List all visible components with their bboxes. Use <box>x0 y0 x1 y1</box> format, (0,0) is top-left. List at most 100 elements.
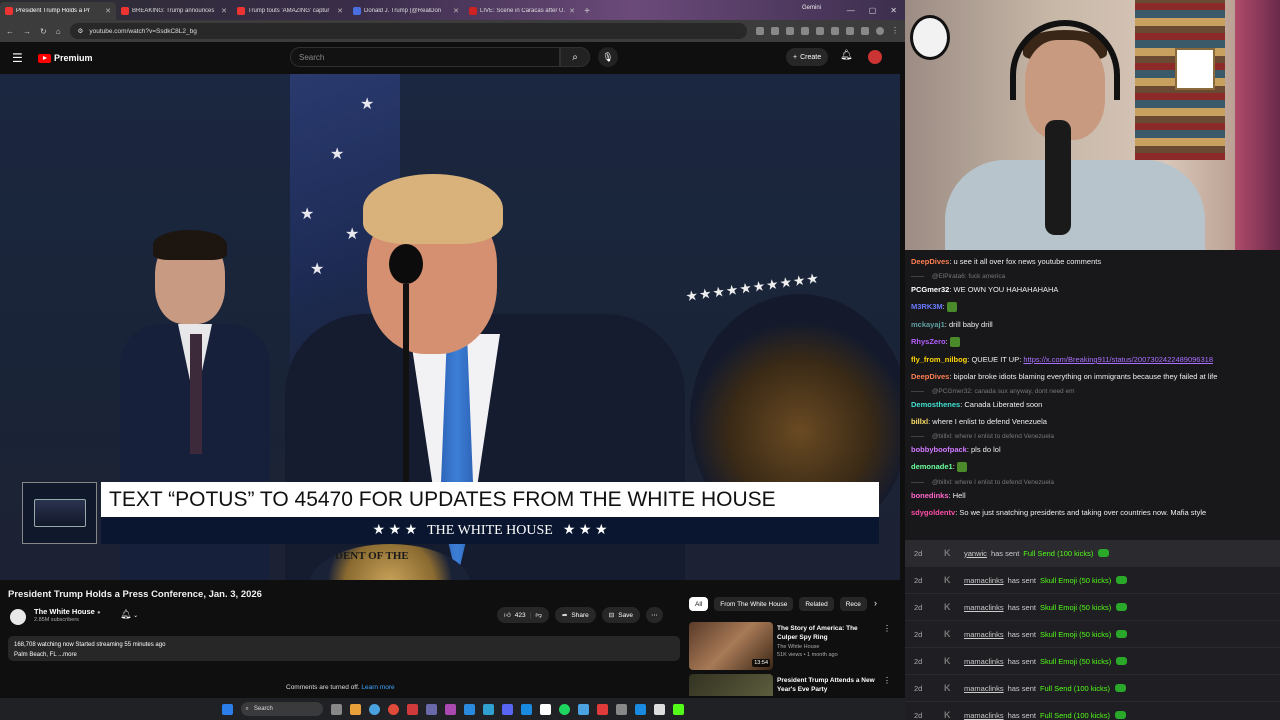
tab-2[interactable]: Trump touts 'AMAZING' captur ✕ <box>232 2 348 20</box>
file-explorer-icon[interactable] <box>349 703 361 715</box>
profile-icon[interactable] <box>876 27 884 35</box>
chip-related[interactable]: Related <box>799 597 834 611</box>
app-icon[interactable] <box>615 703 627 715</box>
share-button[interactable]: ➦ Share <box>554 607 596 623</box>
video-thumbnail[interactable]: 13:54 <box>689 622 773 670</box>
chat-username[interactable]: PCGmer32 <box>911 285 949 294</box>
chat-username[interactable]: DeepDives <box>911 372 949 381</box>
chat-username[interactable]: fly_from_nilbog <box>911 355 967 364</box>
close-icon[interactable]: ✕ <box>221 7 227 15</box>
chat-username[interactable]: RhysZero <box>911 337 946 346</box>
close-icon[interactable]: ✕ <box>337 7 343 15</box>
more-vert-icon[interactable]: ⋮ <box>883 624 891 633</box>
app-icon[interactable] <box>539 703 551 715</box>
extension-icon[interactable] <box>801 27 809 35</box>
app-icon[interactable] <box>596 703 608 715</box>
recommended-video[interactable]: President Trump Attends a New Year's Eve… <box>689 674 889 696</box>
chevron-right-icon[interactable]: › <box>874 598 877 608</box>
channel-avatar[interactable] <box>10 609 26 625</box>
chip-all[interactable]: All <box>689 597 709 611</box>
alert-username[interactable]: mamaclinks <box>964 711 1004 720</box>
gemini-button[interactable]: Gemini <box>802 5 821 11</box>
like-button[interactable]: 👍︎ 423 | 👎︎ <box>497 607 549 623</box>
minimize-icon[interactable]: — <box>847 6 855 15</box>
reload-icon[interactable]: ↻ <box>40 27 47 36</box>
close-icon[interactable]: ✕ <box>453 7 459 15</box>
obs-icon[interactable] <box>444 703 456 715</box>
chat-username[interactable]: Demosthenes <box>911 400 960 409</box>
app-icon[interactable] <box>463 703 475 715</box>
chat-username[interactable]: billxl <box>911 417 928 426</box>
app-icon[interactable] <box>406 703 418 715</box>
app-icon[interactable] <box>425 703 437 715</box>
spotify-icon[interactable] <box>558 703 570 715</box>
extension-icon[interactable] <box>831 27 839 35</box>
youtube-logo[interactable]: Premium <box>38 53 93 63</box>
telegram-icon[interactable] <box>482 703 494 715</box>
notifications-bell-icon[interactable]: 🔔︎ <box>840 50 853 61</box>
alert-username[interactable]: mamaclinks <box>964 603 1004 612</box>
chat-username[interactable]: sdygoldentv <box>911 508 955 517</box>
app-icon[interactable] <box>634 703 646 715</box>
tab-3[interactable]: Donald J. Trump (@RealDon ✕ <box>348 2 464 20</box>
maximize-icon[interactable]: ▢ <box>869 6 877 15</box>
search-input[interactable]: Search <box>290 47 560 67</box>
chat-username[interactable]: M3RK3M <box>911 302 943 311</box>
more-actions-button[interactable]: ⋯ <box>646 607 663 623</box>
extension-icon[interactable] <box>861 27 869 35</box>
alert-username[interactable]: mamaclinks <box>964 657 1004 666</box>
video-thumbnail[interactable] <box>689 674 773 696</box>
tab-4[interactable]: LIVE: Scene in Caracas after U. ✕ <box>464 2 580 20</box>
home-icon[interactable]: ⌂ <box>56 27 61 36</box>
extension-icon[interactable] <box>786 27 794 35</box>
task-view-icon[interactable] <box>330 703 342 715</box>
url-field[interactable]: ⚙ youtube.com/watch?v=SsdkC8L2_bg <box>69 23 747 39</box>
chip-recent[interactable]: Rece <box>839 597 867 611</box>
subscribe-bell-icon[interactable]: 🔔︎ ⌄ <box>120 609 138 620</box>
account-avatar[interactable] <box>868 50 882 64</box>
edge-icon[interactable] <box>368 703 380 715</box>
alert-username[interactable]: mamaclinks <box>964 576 1004 585</box>
tab-1[interactable]: BREAKING: Trump announces ✕ <box>116 2 232 20</box>
extension-icon[interactable] <box>756 27 764 35</box>
chat-username[interactable]: demonade1 <box>911 462 953 471</box>
save-button[interactable]: ⊟ Save <box>601 607 641 623</box>
channel-name[interactable]: The White House ● <box>34 607 101 616</box>
chat-username[interactable]: DeepDives <box>911 257 949 266</box>
extension-icon[interactable] <box>771 27 779 35</box>
voice-search-button[interactable]: 🎙︎ <box>598 47 618 67</box>
windows-start-icon[interactable] <box>221 703 233 715</box>
video-player[interactable]: ★ ★ ★ ★ ★ ★★★★★★★★★★ DENT OF THE TEXT “P… <box>0 74 900 580</box>
create-button[interactable]: + Create <box>786 48 829 66</box>
chrome-icon[interactable] <box>387 703 399 715</box>
chip-from-channel[interactable]: From The White House <box>714 597 794 611</box>
more-menu-icon[interactable]: ⋮ <box>891 27 899 35</box>
new-tab-button[interactable]: + <box>580 2 594 20</box>
app-icon[interactable] <box>520 703 532 715</box>
description-box[interactable]: 168,708 watching now Started streaming 5… <box>8 636 680 661</box>
hamburger-menu-icon[interactable]: ☰ <box>12 51 30 65</box>
kick-icon[interactable] <box>672 703 684 715</box>
chat-username[interactable]: mckayaj1 <box>911 320 945 329</box>
close-icon[interactable]: ✕ <box>105 7 111 15</box>
tab-0[interactable]: President Trump Holds a Pr ✕ <box>0 2 116 20</box>
learn-more-link[interactable]: Learn more <box>361 684 394 691</box>
app-icon[interactable] <box>653 703 665 715</box>
app-icon[interactable] <box>577 703 589 715</box>
forward-icon[interactable]: → <box>23 27 31 36</box>
more-vert-icon[interactable]: ⋮ <box>883 676 889 685</box>
extension-icon[interactable] <box>846 27 854 35</box>
chat-username[interactable]: bobbyboofpack <box>911 445 967 454</box>
chat-link[interactable]: https://x.com/Breaking911/status/2007302… <box>1023 355 1213 364</box>
alert-username[interactable]: yanwic <box>964 549 987 558</box>
back-icon[interactable]: ← <box>6 27 14 36</box>
extension-icon[interactable] <box>816 27 824 35</box>
close-icon[interactable]: ✕ <box>569 7 575 15</box>
alert-username[interactable]: mamaclinks <box>964 684 1004 693</box>
discord-icon[interactable] <box>501 703 513 715</box>
recommended-video[interactable]: 13:54 The Story of America: The Culper S… <box>689 622 891 670</box>
thumbs-down-icon[interactable]: 👎︎ <box>535 611 542 619</box>
alert-username[interactable]: mamaclinks <box>964 630 1004 639</box>
close-window-icon[interactable]: ✕ <box>890 6 897 15</box>
chat-username[interactable]: bonedinks <box>911 491 949 500</box>
